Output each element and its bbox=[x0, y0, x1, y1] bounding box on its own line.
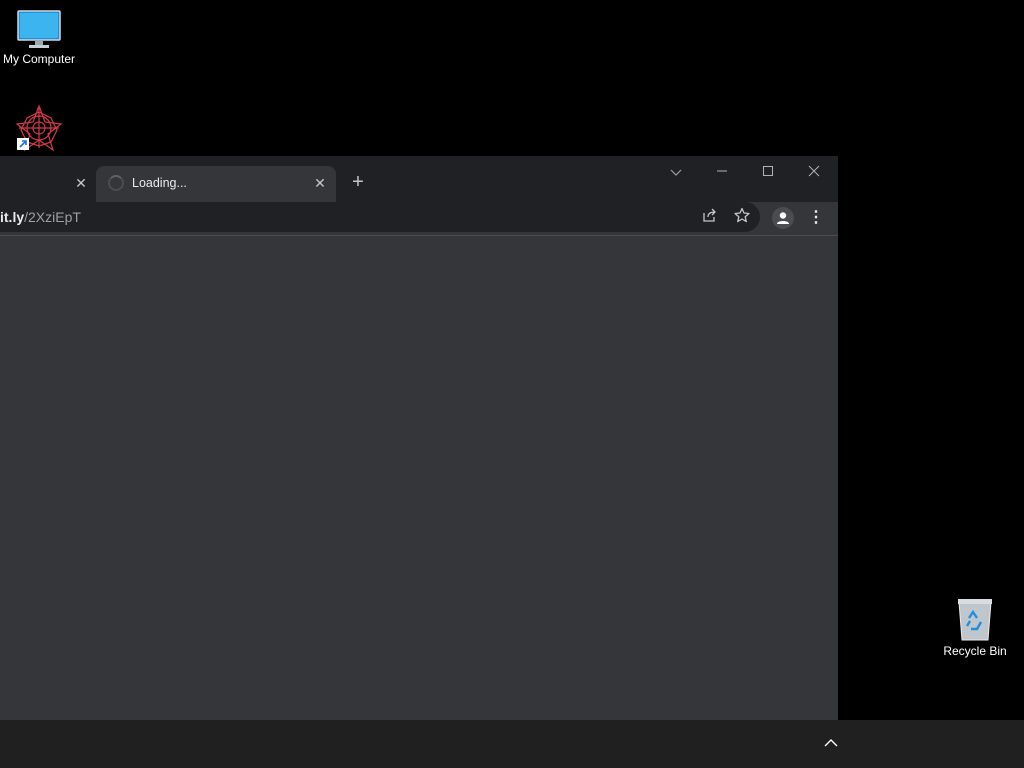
desktop-icon-my-computer[interactable]: My Computer bbox=[0, 8, 78, 67]
chevron-up-icon bbox=[824, 739, 838, 747]
desktop: My Computer ✕ Loading... ✕ + it.ly/2XziE… bbox=[0, 0, 1024, 768]
taskbar bbox=[0, 720, 1024, 768]
bookmark-button[interactable] bbox=[731, 207, 753, 229]
tab-title: Loading... bbox=[132, 176, 187, 190]
tab-close-button[interactable]: ✕ bbox=[312, 175, 328, 191]
minimize-button[interactable] bbox=[710, 160, 734, 184]
close-window-button[interactable] bbox=[802, 160, 826, 184]
profile-button[interactable] bbox=[772, 207, 794, 229]
browser-window: ✕ Loading... ✕ + it.ly/2XziEpT ⋮ bbox=[0, 156, 838, 720]
show-hidden-icons-button[interactable] bbox=[820, 733, 842, 755]
desktop-icon-label: Recycle Bin bbox=[943, 644, 1007, 658]
loading-spinner-icon bbox=[108, 175, 124, 191]
share-icon bbox=[703, 208, 716, 222]
maximize-icon bbox=[763, 166, 773, 176]
recycle-bin-icon bbox=[958, 599, 992, 641]
minimize-icon bbox=[717, 170, 727, 172]
desktop-icon-recycle-bin[interactable]: Recycle Bin bbox=[936, 596, 1014, 659]
address-bar[interactable]: it.ly/2XziEpT bbox=[0, 202, 760, 232]
tab-background[interactable]: ✕ bbox=[0, 166, 96, 202]
maximize-button[interactable] bbox=[756, 160, 780, 184]
profile-icon bbox=[777, 212, 789, 224]
address-url[interactable]: it.ly/2XziEpT bbox=[0, 209, 81, 225]
url-path: /2XziEpT bbox=[24, 209, 81, 225]
spiral-app-shortcut-icon bbox=[15, 104, 63, 152]
chevron-down-icon bbox=[670, 169, 682, 176]
desktop-icon-label: My Computer bbox=[2, 52, 76, 66]
browser-titlebar[interactable]: ✕ Loading... ✕ + bbox=[0, 156, 838, 202]
desktop-icon-shortcut[interactable] bbox=[0, 104, 78, 152]
page-content-area[interactable] bbox=[0, 236, 838, 720]
tab-close-button[interactable]: ✕ bbox=[73, 175, 89, 191]
browser-menu-button[interactable]: ⋮ bbox=[805, 207, 827, 229]
browser-toolbar: it.ly/2XziEpT ⋮ bbox=[0, 202, 838, 236]
new-tab-button[interactable]: + bbox=[348, 172, 368, 192]
close-icon bbox=[808, 165, 820, 177]
url-host: it.ly bbox=[0, 209, 25, 225]
share-button[interactable] bbox=[699, 207, 721, 229]
tab-search-button[interactable] bbox=[664, 160, 688, 184]
bookmark-star-icon bbox=[734, 207, 750, 223]
monitor-icon bbox=[17, 10, 61, 48]
tab-active[interactable]: Loading... ✕ bbox=[96, 166, 336, 202]
